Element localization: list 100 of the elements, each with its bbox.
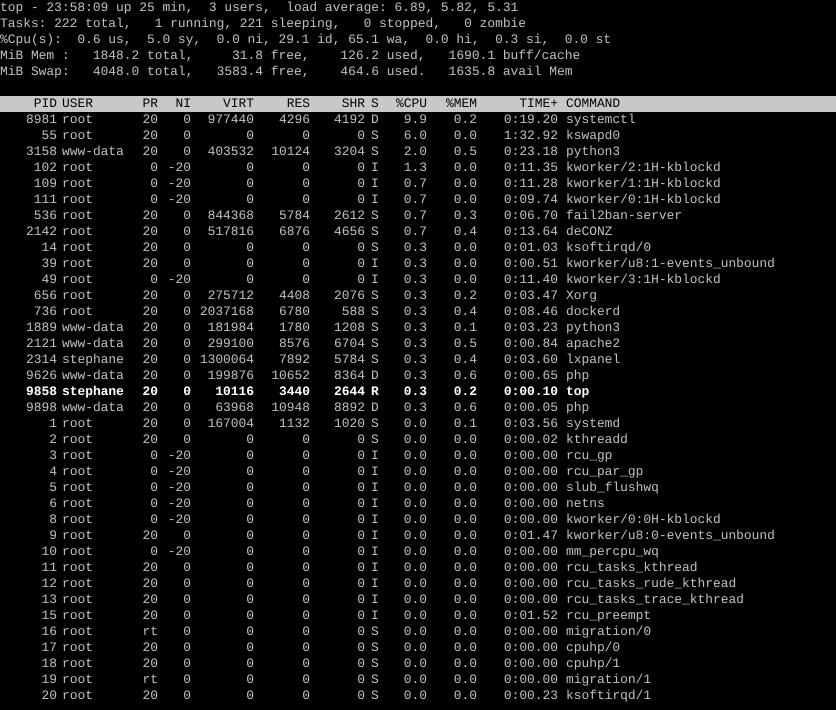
table-cell-text: root bbox=[61, 432, 93, 448]
table-cell-text: lxpanel bbox=[565, 352, 620, 368]
column-header: COMMAND bbox=[565, 96, 620, 112]
table-cell: 0 bbox=[302, 688, 310, 704]
table-cell: 20 bbox=[142, 656, 158, 672]
table-cell: -20 bbox=[168, 464, 191, 480]
table-cell: 0 bbox=[357, 512, 365, 528]
column-header: VIRT bbox=[223, 96, 254, 112]
table-cell: 0 bbox=[183, 112, 191, 128]
table-cell-text: I bbox=[370, 480, 379, 496]
table-cell: 0 bbox=[357, 464, 365, 480]
column-header: %MEM bbox=[446, 96, 477, 112]
table-cell: 63968 bbox=[215, 400, 254, 416]
table-cell: -20 bbox=[168, 176, 191, 192]
table-cell: 0 bbox=[183, 576, 191, 592]
table-cell: 0.7 bbox=[404, 192, 427, 208]
table-cell: 0 bbox=[183, 208, 191, 224]
table-cell: 49 bbox=[42, 272, 57, 288]
table-cell-text: stephane bbox=[61, 384, 124, 400]
table-cell-text: root bbox=[61, 560, 93, 576]
table-cell: 0 bbox=[357, 608, 365, 624]
table-cell: 0 bbox=[302, 128, 310, 144]
table-cell-text: root bbox=[61, 464, 93, 480]
table-cell-text: I bbox=[370, 544, 379, 560]
table-cell-text: rcu_par_gp bbox=[565, 464, 644, 480]
table-cell: 0.0 bbox=[404, 592, 427, 608]
summary-line: Tasks: 222 total, 1 running, 221 sleeping, 0 stopped, 0 zombie bbox=[0, 16, 528, 32]
table-cell: 20 bbox=[42, 688, 57, 704]
table-cell-text: rcu_tasks_rude_kthread bbox=[565, 576, 736, 592]
table-cell-text: D bbox=[370, 400, 379, 416]
table-cell: 0 bbox=[302, 448, 310, 464]
table-cell: 2612 bbox=[334, 208, 365, 224]
table-cell: 0 bbox=[302, 640, 310, 656]
table-cell-text: S bbox=[370, 640, 379, 656]
table-cell-text: cpuhp/1 bbox=[565, 656, 620, 672]
table-cell: 0.3 bbox=[404, 320, 427, 336]
table-cell: 0 bbox=[246, 176, 254, 192]
table-cell: 0 bbox=[302, 176, 310, 192]
table-cell: 0 bbox=[246, 432, 254, 448]
table-cell-text: rcu_preempt bbox=[565, 608, 652, 624]
table-cell-text: systemctl bbox=[565, 112, 636, 128]
table-cell-text: I bbox=[370, 448, 379, 464]
table-cell: 0 bbox=[183, 304, 191, 320]
table-cell: 0 bbox=[357, 560, 365, 576]
table-cell: 9 bbox=[49, 528, 57, 544]
table-cell: 0 bbox=[183, 560, 191, 576]
column-header: %CPU bbox=[396, 96, 427, 112]
table-cell: 20 bbox=[142, 528, 158, 544]
column-header: RES bbox=[286, 96, 310, 112]
table-cell: 0 bbox=[357, 576, 365, 592]
table-cell: 0 bbox=[183, 400, 191, 416]
table-cell: -20 bbox=[168, 448, 191, 464]
table-cell: 0.0 bbox=[454, 576, 477, 592]
summary-line: top - 23:58:09 up 25 min, 3 users, load average: 6.89, 5.82, 5.31 bbox=[0, 0, 520, 16]
table-cell: 0:11.35 bbox=[504, 160, 558, 176]
table-cell: 0 bbox=[246, 160, 254, 176]
table-cell-text: python3 bbox=[565, 144, 620, 160]
table-cell: 0 bbox=[246, 192, 254, 208]
table-cell: 0.0 bbox=[454, 160, 477, 176]
table-cell: 8981 bbox=[26, 112, 57, 128]
table-cell: 0:03.47 bbox=[504, 288, 558, 304]
table-cell: 20 bbox=[142, 112, 158, 128]
table-cell: 20 bbox=[142, 128, 158, 144]
table-cell-text: root bbox=[61, 208, 93, 224]
table-cell: 0 bbox=[183, 656, 191, 672]
table-cell: 0.0 bbox=[454, 464, 477, 480]
table-cell: 0.2 bbox=[454, 112, 477, 128]
table-cell-text: fail2ban-server bbox=[565, 208, 682, 224]
table-cell: 20 bbox=[142, 240, 158, 256]
table-cell: 20 bbox=[142, 352, 158, 368]
table-cell: 4296 bbox=[279, 112, 310, 128]
table-cell: 3440 bbox=[279, 384, 310, 400]
table-cell: 4656 bbox=[334, 224, 365, 240]
table-cell: 0:01.03 bbox=[504, 240, 558, 256]
table-cell: 9626 bbox=[26, 368, 57, 384]
table-cell-text: root bbox=[61, 672, 93, 688]
table-cell-text: I bbox=[370, 496, 379, 512]
table-cell: 0 bbox=[183, 320, 191, 336]
table-cell: 4 bbox=[49, 464, 57, 480]
table-cell: 8892 bbox=[334, 400, 365, 416]
table-cell: 0:03.23 bbox=[504, 320, 558, 336]
table-cell: 7892 bbox=[279, 352, 310, 368]
table-cell: 0 bbox=[302, 656, 310, 672]
table-cell: 20 bbox=[142, 416, 158, 432]
table-cell-text: root bbox=[61, 256, 93, 272]
table-cell-text: root bbox=[61, 224, 93, 240]
table-cell-text: ksoftirqd/1 bbox=[565, 688, 652, 704]
table-cell-text: S bbox=[370, 416, 379, 432]
table-cell: 0 bbox=[357, 192, 365, 208]
table-cell-text: www-data bbox=[61, 368, 124, 384]
table-cell: 0.0 bbox=[454, 624, 477, 640]
table-cell: 0:03.56 bbox=[504, 416, 558, 432]
table-cell: 1889 bbox=[26, 320, 57, 336]
table-cell: 20 bbox=[142, 560, 158, 576]
table-cell: 19 bbox=[42, 672, 57, 688]
table-cell: 0.0 bbox=[454, 480, 477, 496]
table-cell: 0.2 bbox=[454, 384, 477, 400]
table-cell-text: S bbox=[370, 672, 379, 688]
table-cell-text: stephane bbox=[61, 352, 124, 368]
table-cell: 0 bbox=[150, 448, 158, 464]
